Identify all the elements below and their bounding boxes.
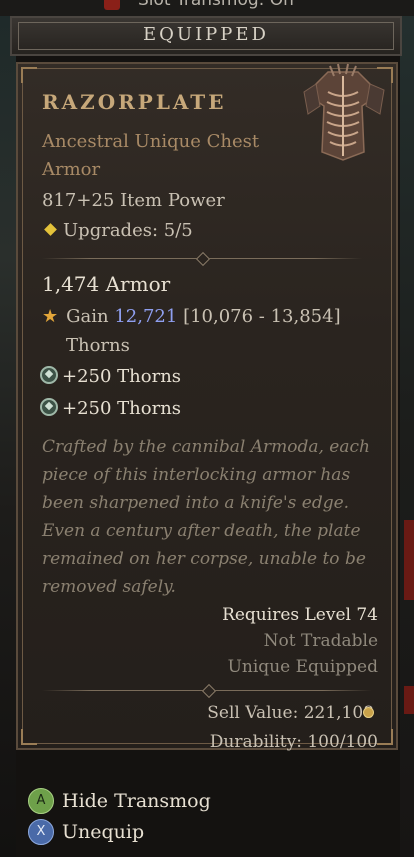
item-power: 817+25 Item Power	[42, 190, 225, 211]
affix-row: +250 Thorns	[40, 366, 181, 387]
a-button-icon[interactable]: A	[28, 788, 54, 814]
upgrades-text: Upgrades: 5/5	[63, 220, 193, 241]
upgrades-line: Upgrades: 5/5	[42, 220, 193, 241]
affix-icon	[40, 398, 58, 416]
equipped-header: EQUIPPED	[10, 16, 402, 56]
armor-value: 1,474 Armor	[42, 272, 171, 296]
durability: Durability: 100/100	[209, 732, 378, 752]
tradable-status: Not Tradable	[263, 631, 378, 651]
affix-text: +250 Thorns	[62, 398, 182, 419]
corner-ornament	[377, 729, 393, 745]
affix-text: +250 Thorns	[62, 366, 182, 387]
gain-stat: Thorns	[66, 335, 130, 356]
background-accent	[404, 520, 414, 600]
top-status-strip: Slot Transmog: On	[0, 0, 414, 16]
background-right	[400, 0, 414, 857]
x-button-icon[interactable]: X	[28, 819, 54, 845]
slot-transmog-text: Slot Transmog: On	[138, 0, 294, 10]
transmog-slot-icon	[104, 0, 120, 10]
requires-level: Requires Level 74	[222, 605, 378, 625]
corner-ornament	[21, 67, 37, 83]
gold-coin-icon	[363, 707, 374, 718]
gain-line: ★ Gain 12,721 [10,076 - 13,854]	[42, 306, 341, 327]
sell-value: Sell Value: 221,108	[207, 703, 374, 723]
gain-range: [10,076 - 13,854]	[183, 306, 341, 327]
affix-icon	[40, 366, 58, 384]
header-title: EQUIPPED	[143, 24, 269, 45]
background-left	[0, 0, 16, 857]
unequip-action[interactable]: Unequip	[62, 821, 144, 843]
hide-transmog-action[interactable]: Hide Transmog	[62, 790, 211, 812]
item-name: RAZORPLATE	[42, 90, 227, 114]
item-chest-armor-image	[303, 63, 385, 161]
item-type: Ancestral Unique Chest Armor	[42, 131, 260, 180]
upgrade-diamond-icon	[44, 223, 57, 236]
gain-value: 12,721	[114, 306, 178, 327]
unique-equipped: Unique Equipped	[227, 657, 378, 677]
gain-label: Gain	[66, 306, 109, 327]
affix-row: +250 Thorns	[40, 398, 181, 419]
background-accent	[404, 686, 414, 714]
star-icon: ★	[42, 306, 59, 327]
flavor-text: Crafted by the cannibal Armoda, each pie…	[42, 437, 370, 597]
corner-ornament	[21, 729, 37, 745]
